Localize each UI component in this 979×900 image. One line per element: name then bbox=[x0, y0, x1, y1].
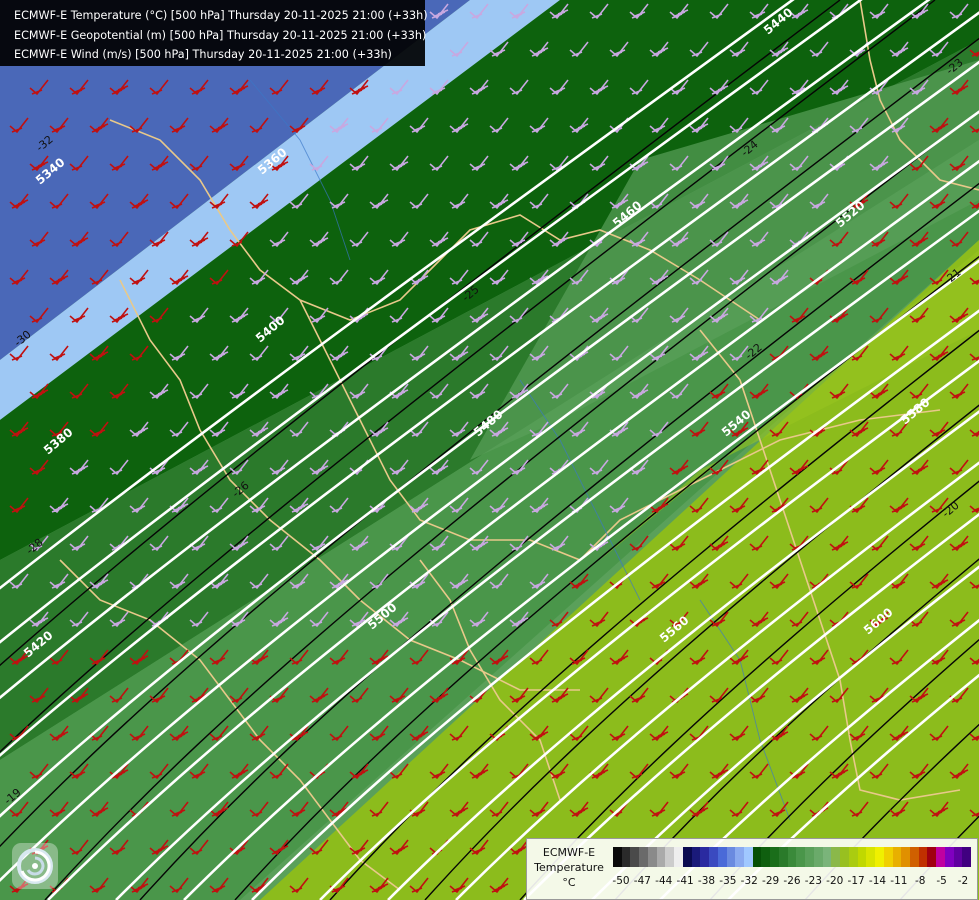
title-temperature: ECMWF-E Temperature (°C) [500 hPa] Thurs… bbox=[14, 9, 428, 22]
legend-swatch bbox=[630, 847, 640, 867]
legend-swatch bbox=[735, 847, 745, 867]
legend-swatch bbox=[647, 847, 657, 867]
legend-swatch bbox=[883, 847, 893, 867]
legend-tick: -29 bbox=[762, 875, 780, 887]
legend-tick: -23 bbox=[804, 875, 822, 887]
legend-tick: -44 bbox=[655, 875, 673, 887]
legend-swatch bbox=[848, 847, 858, 867]
legend-swatch bbox=[752, 847, 762, 867]
legend-swatch bbox=[840, 847, 849, 867]
legend-tick: -26 bbox=[783, 875, 801, 887]
legend-swatch bbox=[682, 847, 692, 867]
legend-swatch bbox=[909, 847, 919, 867]
legend-variable: Temperature bbox=[534, 861, 604, 874]
legend-swatch bbox=[901, 847, 910, 867]
legend-tick: -32 bbox=[740, 875, 758, 887]
map-view: 5340 5360 5380 5400 5420 5440 5460 5480 5500 5520… bbox=[0, 0, 979, 900]
legend-tick: -8 bbox=[915, 875, 926, 887]
legend-tick-labels: -50 -47 -44 -41 -38 -35 -32 -29 -26 -23 -20 -17 -14-… bbox=[612, 875, 971, 891]
legend-swatch bbox=[656, 847, 666, 867]
legend-swatch bbox=[892, 847, 902, 867]
legend-unit: °C bbox=[562, 876, 576, 889]
legend-swatch bbox=[761, 847, 771, 867]
weather-map: 5340 536053805400542054405460548055005520… bbox=[0, 0, 979, 900]
legend-swatch bbox=[822, 847, 832, 867]
legend-tick: -5 bbox=[936, 875, 947, 887]
legend-color-bar bbox=[613, 847, 972, 867]
legend-tick: -17 bbox=[847, 875, 865, 887]
legend-tick: -2 bbox=[957, 875, 969, 887]
legend-title: ECMWF-E Temperature °C bbox=[527, 845, 611, 890]
legend-swatch bbox=[805, 847, 814, 867]
temperature-legend: ECMWF-E Temperature °C -50 -47 -44 -41 -38 -3… bbox=[526, 838, 978, 900]
legend-swatch bbox=[927, 847, 937, 867]
legend-swatch bbox=[726, 847, 736, 867]
legend-swatch bbox=[700, 847, 710, 867]
legend-swatch bbox=[691, 847, 701, 867]
legend-swatch bbox=[639, 847, 648, 867]
legend-swatch bbox=[953, 847, 963, 867]
legend-swatch bbox=[813, 847, 823, 867]
legend-swatch bbox=[918, 847, 928, 867]
legend-tick: -38 bbox=[697, 875, 716, 887]
legend-swatch bbox=[944, 847, 954, 867]
legend-swatch bbox=[674, 847, 683, 867]
legend-tick: -20 bbox=[826, 875, 844, 887]
legend-swatch bbox=[936, 847, 945, 867]
legend-swatch bbox=[613, 847, 622, 867]
legend-swatch bbox=[875, 847, 884, 867]
title-geopotential: ECMWF-E Geopotential (m) [500 hPa] Thurs… bbox=[14, 28, 427, 42]
legend-tick: -35 bbox=[719, 875, 737, 887]
legend-swatch bbox=[717, 847, 727, 867]
legend-swatch bbox=[866, 847, 876, 867]
ecmwf-swirl-logo-icon bbox=[12, 843, 58, 889]
legend-swatch bbox=[770, 847, 779, 867]
legend-swatch bbox=[857, 847, 867, 867]
legend-swatch bbox=[831, 847, 841, 867]
legend-swatch bbox=[621, 847, 631, 867]
map-title-box: ECMWF-E Temperature (°C) [500 hPa] Thurs… bbox=[0, 0, 428, 66]
legend-swatch bbox=[778, 847, 788, 867]
legend-tick: -47 bbox=[633, 875, 651, 887]
legend-tick: -50 bbox=[612, 875, 630, 887]
legend-tick: -14 bbox=[868, 875, 887, 887]
title-wind: ECMWF-E Wind (m/s) [500 hPa] Thursday 20… bbox=[14, 48, 392, 61]
legend-swatch bbox=[796, 847, 806, 867]
legend-tick: -41 bbox=[676, 875, 694, 887]
legend-model: ECMWF-E bbox=[542, 846, 596, 859]
legend-swatch bbox=[665, 847, 675, 867]
legend-swatch bbox=[709, 847, 718, 867]
legend-swatch bbox=[962, 847, 972, 867]
legend-swatch bbox=[787, 847, 797, 867]
legend-tick: -11 bbox=[890, 875, 908, 887]
legend-swatch bbox=[744, 847, 753, 867]
